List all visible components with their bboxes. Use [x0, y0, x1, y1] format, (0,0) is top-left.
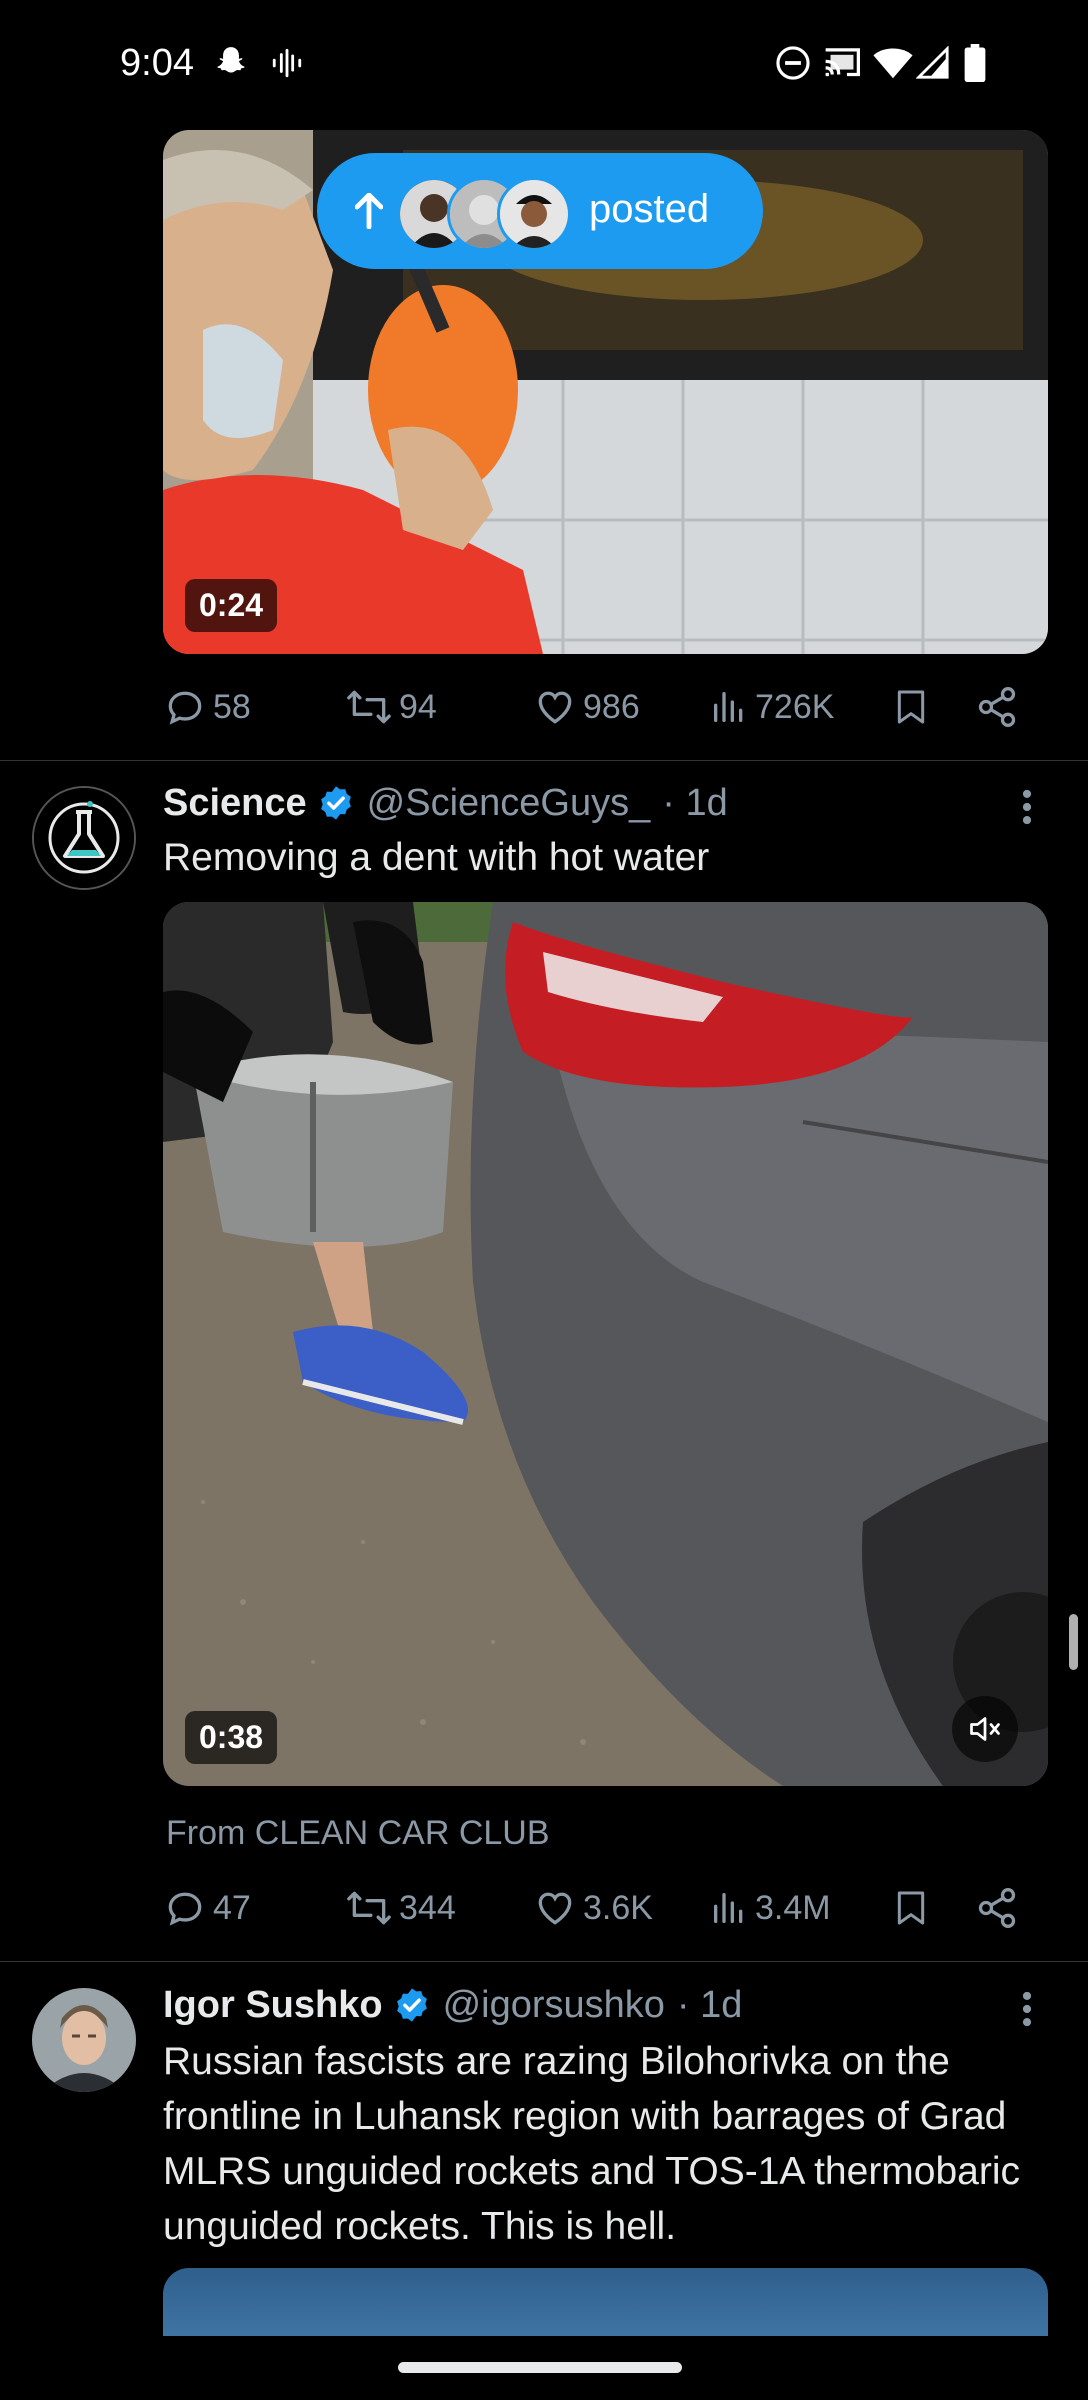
video-duration: 0:24 [185, 579, 278, 632]
share-icon [978, 687, 1016, 727]
avatar-science[interactable] [32, 786, 136, 890]
reply-icon [168, 1892, 202, 1926]
like-button[interactable]: 3.6K [533, 1878, 653, 1938]
verified-badge-icon [320, 786, 351, 820]
bookmark-button[interactable] [891, 677, 937, 737]
cell-signal-icon [916, 44, 950, 82]
tweet3-media[interactable] [163, 2268, 1048, 2336]
repost-icon [347, 1891, 391, 1925]
views-button[interactable]: 3.4M [709, 1878, 831, 1938]
voice-wave-icon [270, 44, 304, 82]
views-count: 726K [755, 687, 835, 726]
status-time: 9:04 [120, 42, 194, 84]
reply-count: 47 [213, 1888, 251, 1927]
tweet1-actions: 58 94 986 726K [163, 677, 1048, 737]
repost-button[interactable]: 94 [345, 677, 437, 737]
repost-button[interactable]: 344 [345, 1878, 456, 1938]
avatar [497, 177, 571, 251]
like-button[interactable]: 986 [533, 677, 640, 737]
video-source[interactable]: From CLEAN CAR CLUB [166, 1814, 550, 1853]
author-name[interactable]: Igor Sushko [163, 1984, 383, 2027]
views-count: 3.4M [755, 1888, 831, 1927]
author-handle[interactable]: @ScienceGuys_ [367, 782, 651, 825]
reply-count: 58 [213, 687, 251, 726]
tweet-text: Russian fascists are razing Bilohorivka … [163, 2040, 1021, 2248]
posted-label: posted [589, 187, 710, 231]
more-options-icon[interactable] [1012, 782, 1042, 832]
reply-button[interactable]: 47 [163, 1878, 251, 1938]
do-not-disturb-icon [774, 44, 812, 82]
share-button[interactable] [975, 1878, 1025, 1938]
bookmark-icon [897, 1891, 925, 1925]
scrollbar-thumb[interactable] [1069, 1614, 1078, 1670]
status-bar: 9:04 [0, 0, 1088, 130]
battery-icon [964, 44, 986, 82]
repost-icon [347, 690, 391, 724]
tweet3-header: Igor Sushko @igorsushko · 1d [163, 1980, 742, 2030]
bookmark-button[interactable] [891, 1878, 937, 1938]
video-duration: 0:38 [185, 1711, 278, 1764]
mute-button[interactable] [952, 1696, 1018, 1762]
views-button[interactable]: 726K [709, 677, 834, 737]
new-posts-pill[interactable]: posted [317, 153, 763, 269]
repost-count: 94 [399, 687, 437, 726]
divider [0, 1961, 1088, 1962]
tweet2-video[interactable]: 0:38 [163, 902, 1048, 1786]
tweet2-actions: 47 344 3.6K 3.4M [163, 1878, 1048, 1938]
arrow-up-icon [355, 193, 383, 229]
tweet-text: Removing a dent with hot water [163, 836, 710, 879]
avatar-igor-sushko[interactable] [32, 1988, 136, 2092]
more-options-icon[interactable] [1012, 1984, 1042, 2034]
repost-count: 344 [399, 1888, 456, 1927]
views-icon [714, 1893, 743, 1923]
cast-icon [822, 44, 862, 82]
like-count: 986 [583, 687, 640, 726]
post-time: · 1d [676, 1983, 743, 2026]
bookmark-icon [897, 690, 925, 724]
heart-icon [538, 691, 572, 724]
post-time: · 1d [662, 781, 728, 824]
divider [0, 760, 1088, 761]
views-icon [714, 692, 743, 722]
heart-icon [538, 1892, 572, 1925]
muted-speaker-icon [970, 1717, 1000, 1741]
tweet2-video-frame [163, 902, 1048, 1786]
author-handle[interactable]: @igorsushko [443, 1984, 665, 2027]
like-count: 3.6K [583, 1888, 653, 1927]
author-name[interactable]: Science [163, 782, 307, 825]
share-icon [978, 1888, 1016, 1928]
wifi-icon [872, 44, 914, 82]
share-button[interactable] [975, 677, 1025, 737]
reply-button[interactable]: 58 [163, 677, 251, 737]
snapchat-icon [212, 44, 250, 82]
gesture-nav-handle[interactable] [398, 2362, 682, 2373]
tweet2-header: Science @ScienceGuys_ · 1d [163, 778, 728, 828]
verified-badge-icon [396, 1988, 427, 2022]
reply-icon [168, 691, 202, 725]
